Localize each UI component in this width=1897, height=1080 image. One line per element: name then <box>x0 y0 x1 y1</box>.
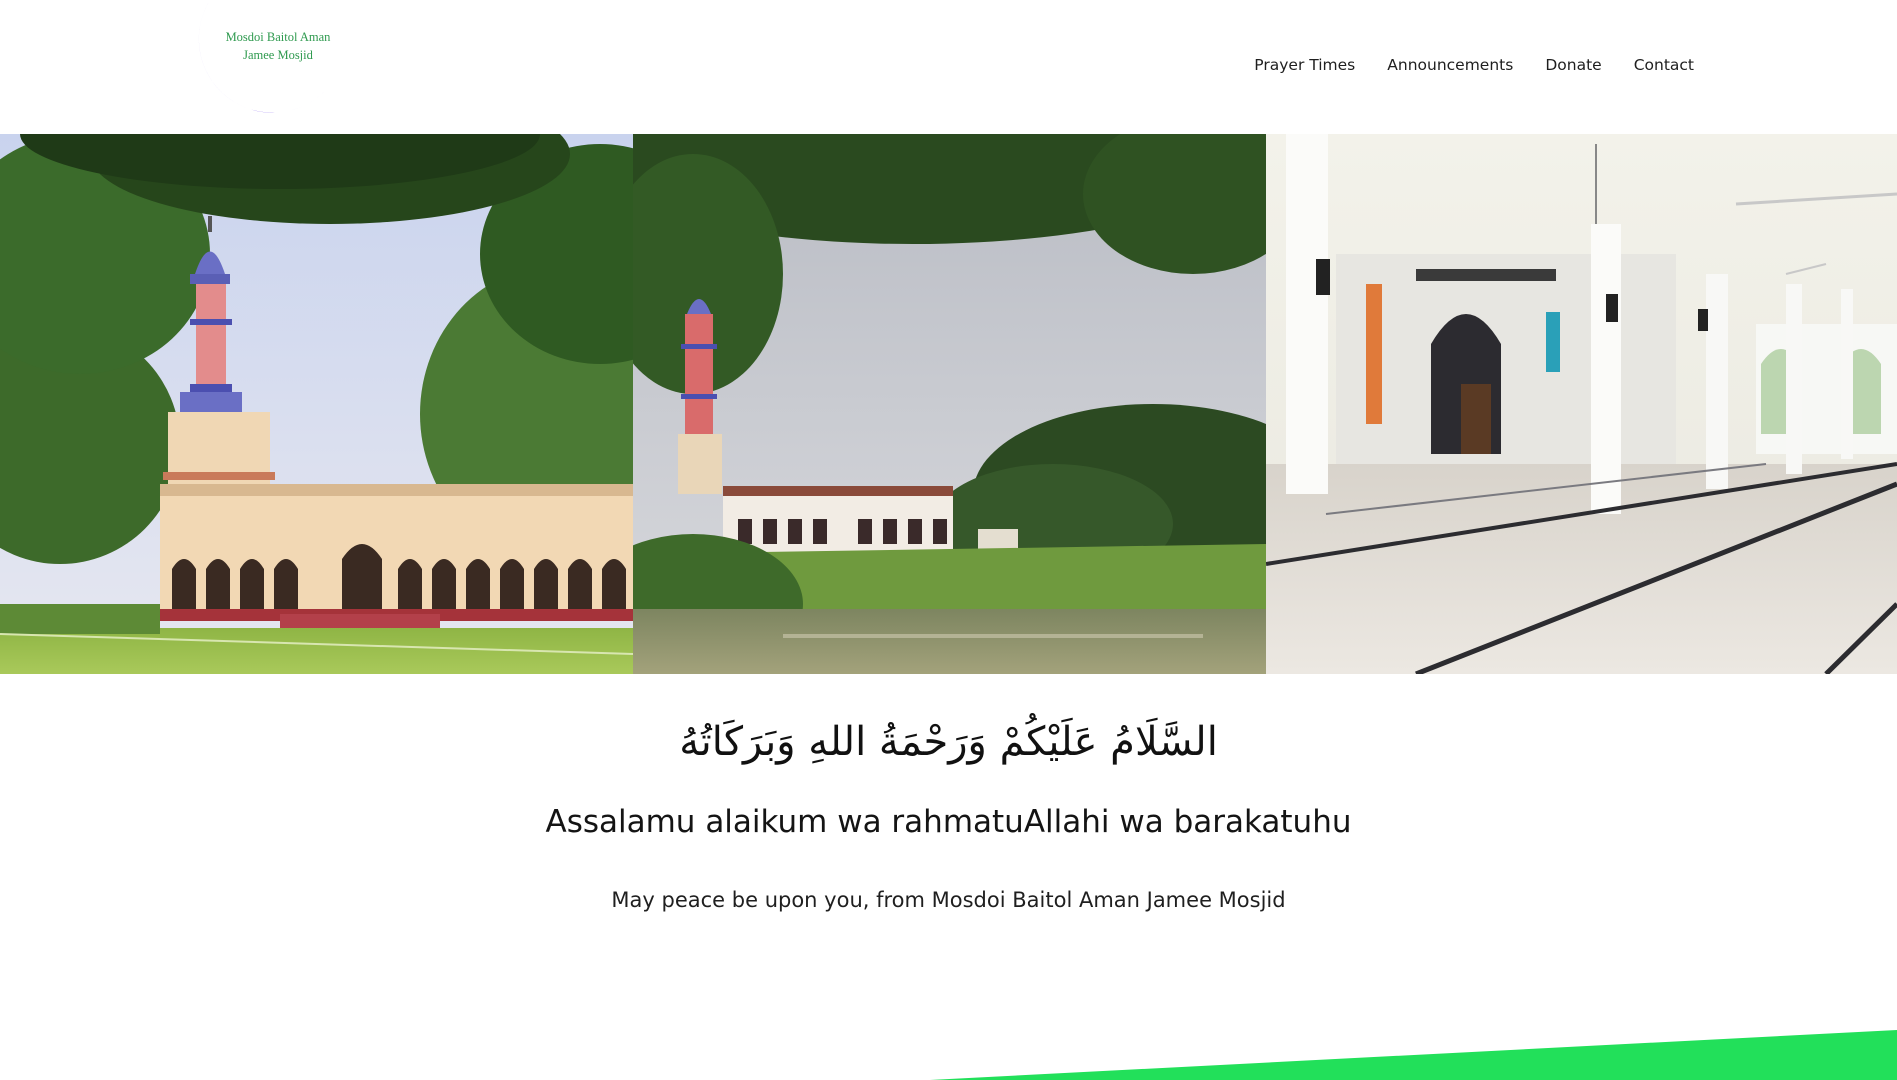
gallery-image-mosque-exterior[interactable] <box>0 134 633 674</box>
nav-prayer-times[interactable]: Prayer Times <box>1254 56 1355 74</box>
site-header: Mosdoi Baitol Aman Jamee Mosjid Prayer T… <box>0 0 1897 134</box>
gallery-image-prayer-hall[interactable] <box>1266 134 1897 674</box>
gallery-image-mosque-pond[interactable] <box>633 134 1266 674</box>
logo-text-line2: Jamee Mosjid <box>243 48 313 62</box>
arabic-greeting: السَّلَامُ عَلَيْكُمْ وَرَحْمَةُ اللهِ و… <box>679 719 1218 765</box>
mosque-exterior-image <box>0 134 633 674</box>
footer-accent-shape <box>930 1030 1897 1080</box>
greeting-heading: Assalamu alaikum wa rahmatuAllahi wa bar… <box>545 804 1352 840</box>
site-logo[interactable]: Mosdoi Baitol Aman Jamee Mosjid <box>188 0 338 132</box>
crescent-moon-icon <box>198 0 335 123</box>
nav-donate[interactable]: Donate <box>1545 56 1601 74</box>
main-nav: Prayer Times Announcements Donate Contac… <box>1254 56 1694 74</box>
prayer-hall-image <box>1266 134 1897 674</box>
mosque-pond-image <box>633 134 1266 674</box>
greeting-subtitle: May peace be upon you, from Mosdoi Baito… <box>611 888 1286 912</box>
hero-gallery <box>0 134 1897 674</box>
nav-contact[interactable]: Contact <box>1634 56 1694 74</box>
nav-announcements[interactable]: Announcements <box>1387 56 1513 74</box>
page: Mosdoi Baitol Aman Jamee Mosjid Prayer T… <box>0 0 1897 1080</box>
logo-text-line1: Mosdoi Baitol Aman <box>225 30 331 44</box>
